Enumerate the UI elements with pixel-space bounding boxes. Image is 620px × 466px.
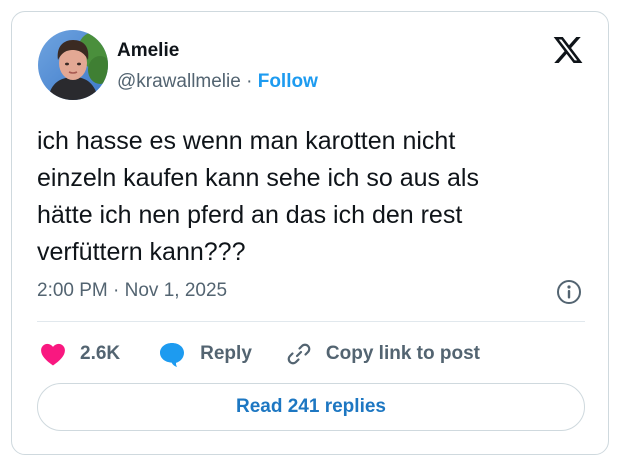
author-handle[interactable]: @krawallmelie <box>117 71 241 92</box>
tweet-text-line: ich hasse es wenn man karotten nicht <box>37 127 456 155</box>
copy-link-label: Copy link to post <box>325 343 480 364</box>
follow-button[interactable]: Follow <box>258 71 318 92</box>
avatar-photo <box>38 30 108 100</box>
reply-label: Reply <box>200 343 252 364</box>
tweet-text: ich hasse es wenn man karotten nicht ein… <box>37 123 592 271</box>
read-replies-button[interactable]: Read 241 replies <box>37 383 585 431</box>
separator-dot: · <box>240 71 258 92</box>
info-icon[interactable] <box>556 279 582 305</box>
tweet-text-line: hätte ich nen pferd an das ich den rest <box>37 201 463 229</box>
tweet-text-line: verfüttern kann??? <box>37 238 246 266</box>
speech-bubble-icon <box>158 341 186 367</box>
link-icon <box>286 341 312 367</box>
tweet-timestamp[interactable]: 2:00 PM · Nov 1, 2025 <box>37 280 227 302</box>
avatar[interactable] <box>38 30 108 100</box>
action-bar: 2.6K Reply Copy link to post <box>37 337 480 371</box>
heart-icon <box>40 342 66 366</box>
reply-button[interactable]: Reply <box>158 341 252 367</box>
tweet-text-line: einzeln kaufen kann sehe ich so aus als <box>37 164 479 192</box>
copy-link-button[interactable]: Copy link to post <box>286 341 480 367</box>
divider <box>37 321 585 322</box>
like-count: 2.6K <box>80 343 121 364</box>
author-name[interactable]: Amelie <box>117 40 179 62</box>
tweet-card: Amelie @krawallmelie · Follow ich hasse … <box>11 11 609 455</box>
author-handle-row: @krawallmelie · Follow <box>117 71 318 93</box>
x-logo-icon[interactable] <box>552 34 584 66</box>
like-button[interactable]: 2.6K <box>40 342 120 366</box>
